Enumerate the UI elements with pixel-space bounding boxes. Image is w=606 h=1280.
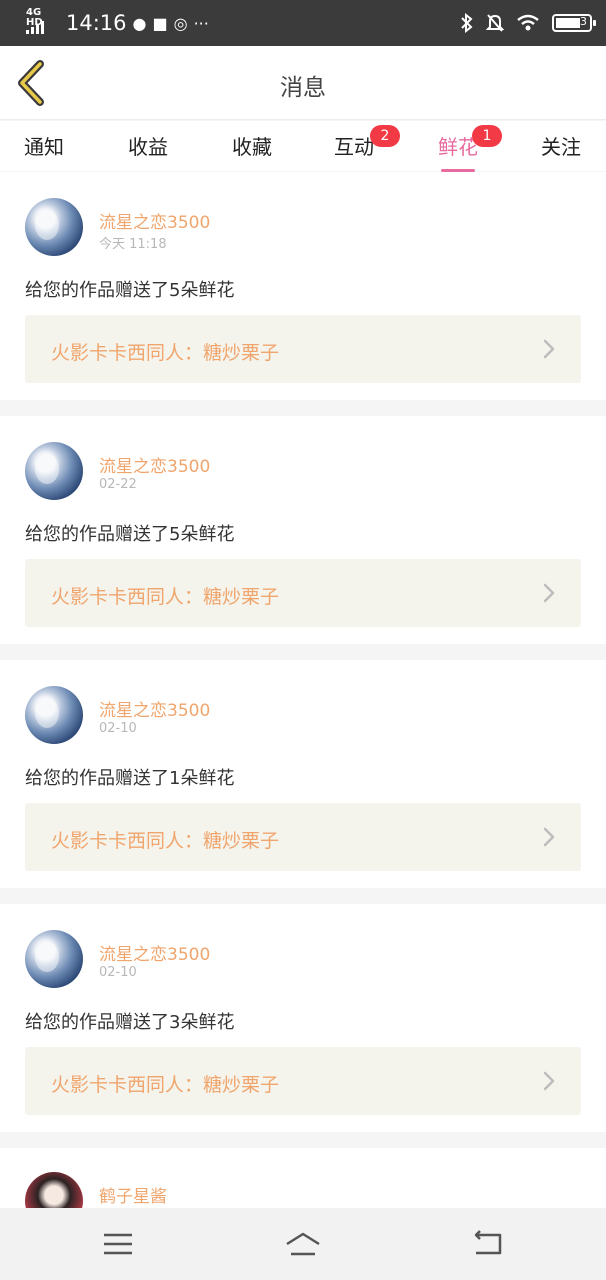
chevron-right-icon: [543, 583, 555, 603]
more-notifications: ···: [193, 13, 209, 33]
chevron-right-icon: [543, 827, 555, 847]
unread-badge: 1: [472, 125, 502, 147]
status-time: 14:16: [66, 11, 127, 35]
tab-label: 收藏: [232, 135, 272, 159]
signal-icon: 4G HD: [26, 8, 54, 36]
work-link[interactable]: 火影卡卡西同人：糖炒栗子: [25, 1047, 581, 1115]
mute-icon: [486, 14, 504, 32]
username[interactable]: 流星之恋3500: [99, 208, 210, 233]
tab-bar: 通知 收益 收藏 互动 2 鲜花 1 关注: [0, 121, 606, 172]
message-card: 流星之恋3500 02-10 给您的作品赠送了1朵鲜花 火影卡卡西同人：糖炒栗子: [0, 660, 606, 888]
message-text: 给您的作品赠送了3朵鲜花: [25, 1012, 235, 1033]
message-card: 流星之恋3500 02-22 给您的作品赠送了5朵鲜花 火影卡卡西同人：糖炒栗子: [0, 416, 606, 644]
avatar[interactable]: [25, 930, 83, 988]
tab-favorites[interactable]: 收藏: [232, 131, 272, 160]
page-title: 消息: [280, 75, 326, 101]
timestamp: 今天 11:18: [99, 237, 167, 252]
work-link[interactable]: 火影卡卡西同人：糖炒栗子: [25, 315, 581, 383]
avatar[interactable]: [25, 442, 83, 500]
username[interactable]: 鹤子星酱: [99, 1182, 167, 1207]
tab-label: 收益: [128, 135, 168, 159]
bluetooth-icon: [461, 13, 473, 33]
tab-earnings[interactable]: 收益: [128, 131, 168, 160]
message-icon: ■: [152, 13, 168, 33]
work-title: 火影卡卡西同人：糖炒栗子: [51, 342, 280, 364]
unread-badge: 2: [370, 125, 400, 147]
avatar[interactable]: [25, 198, 83, 256]
system-nav-bar: [0, 1208, 606, 1280]
home-icon[interactable]: [283, 1228, 323, 1260]
timestamp: 02-10: [99, 965, 137, 980]
work-title: 火影卡卡西同人：糖炒栗子: [51, 1074, 280, 1096]
chat-bubble-icon: ●: [132, 13, 147, 33]
work-link[interactable]: 火影卡卡西同人：糖炒栗子: [25, 559, 581, 627]
app-icon: ◎: [173, 13, 188, 33]
message-text: 给您的作品赠送了1朵鲜花: [25, 768, 235, 789]
message-text: 给您的作品赠送了5朵鲜花: [25, 280, 235, 301]
timestamp: 02-22: [99, 477, 137, 492]
tab-flowers[interactable]: 鲜花 1: [438, 125, 502, 172]
work-link[interactable]: 火影卡卡西同人：糖炒栗子: [25, 803, 581, 871]
battery-level: 3: [580, 15, 587, 28]
message-list: 流星之恋3500 今天 11:18 给您的作品赠送了5朵鲜花 火影卡卡西同人：糖…: [0, 172, 606, 1230]
message-card: 鹤子星酱: [0, 1148, 606, 1230]
tab-label: 关注: [541, 135, 581, 159]
back-icon[interactable]: [468, 1228, 508, 1260]
wifi-icon: [517, 14, 539, 31]
work-title: 火影卡卡西同人：糖炒栗子: [51, 586, 280, 608]
battery-icon: 3: [552, 14, 596, 32]
tab-interactions[interactable]: 互动 2: [334, 125, 400, 160]
chevron-right-icon: [543, 339, 555, 359]
timestamp: 02-10: [99, 721, 137, 736]
status-bar: 4G HD 14:16 ● ■ ◎ ··· 3: [0, 0, 606, 46]
tab-following[interactable]: 关注: [541, 131, 581, 160]
avatar[interactable]: [25, 686, 83, 744]
tab-notifications[interactable]: 通知: [24, 131, 64, 160]
message-card: 流星之恋3500 今天 11:18 给您的作品赠送了5朵鲜花 火影卡卡西同人：糖…: [0, 172, 606, 400]
username[interactable]: 流星之恋3500: [99, 940, 210, 965]
message-text: 给您的作品赠送了5朵鲜花: [25, 524, 235, 545]
app-header: 消息: [0, 46, 606, 120]
menu-icon[interactable]: [98, 1228, 138, 1260]
tab-label: 互动: [334, 135, 374, 159]
message-card: 流星之恋3500 02-10 给您的作品赠送了3朵鲜花 火影卡卡西同人：糖炒栗子: [0, 904, 606, 1132]
chevron-right-icon: [543, 1071, 555, 1091]
username[interactable]: 流星之恋3500: [99, 696, 210, 721]
tab-label: 通知: [24, 135, 64, 159]
work-title: 火影卡卡西同人：糖炒栗子: [51, 830, 280, 852]
username[interactable]: 流星之恋3500: [99, 452, 210, 477]
